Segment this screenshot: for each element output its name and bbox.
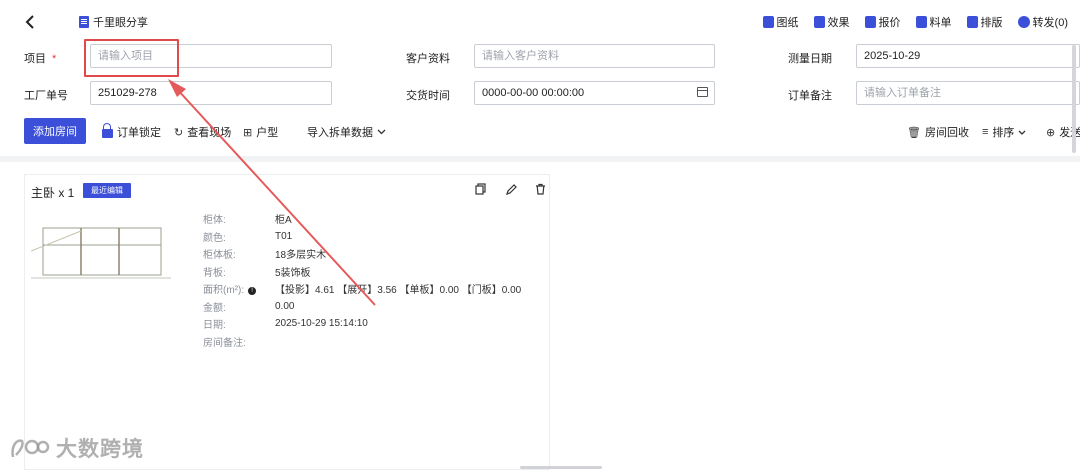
top-toolbar: 图纸 效果 报价 料单 排版 转发(0) [762, 14, 1068, 30]
info-icon[interactable]: ! [248, 286, 257, 295]
order-note-label: 订单备注 [788, 90, 832, 102]
back-button[interactable] [20, 12, 40, 32]
layout-icon [966, 16, 978, 28]
order-note-input[interactable] [856, 81, 1080, 105]
prop-room-note: 房间备注: [203, 337, 246, 349]
delivery-time-field [474, 81, 715, 105]
calendar-icon[interactable] [697, 87, 708, 97]
trash-icon: 🗑 [907, 126, 921, 139]
recent-edit-badge: 最近编辑 [83, 183, 131, 198]
material-list-button[interactable]: 料单 [915, 14, 952, 30]
factory-no-input[interactable] [90, 81, 332, 105]
layout-button[interactable]: 排版 [966, 14, 1003, 30]
send-icon: ⊕ [1046, 126, 1056, 139]
add-room-button[interactable]: 添加房间 [24, 118, 86, 144]
drawing-icon [762, 16, 774, 28]
quote-icon [864, 16, 876, 28]
watermark: 大数跨境 [10, 433, 144, 463]
forward-button[interactable]: 转发(0) [1017, 14, 1068, 30]
room-title: 主卧 x 1 [31, 186, 75, 200]
sort-dropdown[interactable]: ≡ 排序 [982, 124, 1026, 140]
prop-board: 柜体板: 18多层实木 [203, 250, 327, 262]
delete-icon[interactable] [533, 182, 547, 196]
prop-backboard: 背板: 5装饰板 [203, 267, 311, 279]
measure-date-input[interactable] [856, 44, 1080, 68]
horizontal-scrollbar[interactable] [520, 466, 602, 469]
cabinet-thumbnail [31, 227, 171, 279]
watermark-logo-icon [11, 439, 50, 458]
floor-plan-button[interactable]: ⊞ 户型 [243, 124, 278, 140]
annotation-highlight-box [84, 39, 179, 77]
copy-icon[interactable] [473, 182, 487, 196]
effect-button[interactable]: 效果 [813, 14, 850, 30]
effect-icon [813, 16, 825, 28]
lock-icon [102, 123, 113, 138]
app-title-text: 千里眼分享 [93, 17, 148, 29]
view-site-button[interactable]: ↻ 查看现场 [174, 124, 231, 140]
sort-icon: ≡ [982, 126, 989, 138]
chevron-down-icon [1018, 130, 1026, 135]
project-label: 项目 * [24, 53, 57, 65]
room-card[interactable]: 主卧 x 1 最近编辑 柜体: 柜A 颜色: T01 柜体板: 18多层实木 背板: 5… [24, 174, 550, 470]
drawing-button[interactable]: 图纸 [762, 14, 799, 30]
forward-icon [1017, 16, 1030, 28]
room-properties: 柜体: 柜A 颜色: T01 柜体板: 18多层实木 背板: 5装饰板 面积(m²):!… [203, 210, 521, 350]
document-icon [79, 16, 89, 28]
room-recycle-button[interactable]: 🗑 房间回收 [907, 124, 969, 140]
import-data-dropdown[interactable]: 导入拆单数据 [307, 124, 386, 140]
delivery-time-input[interactable] [474, 81, 715, 105]
edit-icon[interactable] [504, 182, 518, 196]
measure-date-label: 测量日期 [788, 53, 832, 65]
prop-cabinet: 柜体: 柜A [203, 215, 292, 227]
customer-label: 客户资料 [406, 53, 450, 65]
vertical-scrollbar[interactable] [1072, 45, 1076, 153]
chevron-left-icon [25, 15, 34, 29]
watermark-text: 大数跨境 [56, 438, 144, 461]
prop-amount: 金额: 0.00 [203, 300, 295, 314]
floor-plan-icon: ⊞ [243, 126, 253, 139]
prop-area: 面积(m²):! 【投影】4.61 【展开】3.56 【单板】0.00 【门板】0… [203, 285, 522, 297]
prop-date: 日期: 2025-10-29 15:14:10 [203, 318, 368, 332]
quote-button[interactable]: 报价 [864, 14, 901, 30]
chevron-down-icon [377, 129, 386, 135]
app-title: 千里眼分享 [79, 14, 148, 30]
factory-no-label: 工厂单号 [24, 90, 68, 102]
delivery-time-label: 交货时间 [406, 90, 450, 102]
customer-input[interactable] [474, 44, 715, 68]
prop-color: 颜色: T01 [203, 230, 293, 244]
material-list-icon [915, 16, 927, 28]
order-lock-button[interactable]: 订单锁定 [102, 123, 161, 140]
section-divider [0, 156, 1080, 162]
refresh-icon: ↻ [174, 126, 184, 139]
